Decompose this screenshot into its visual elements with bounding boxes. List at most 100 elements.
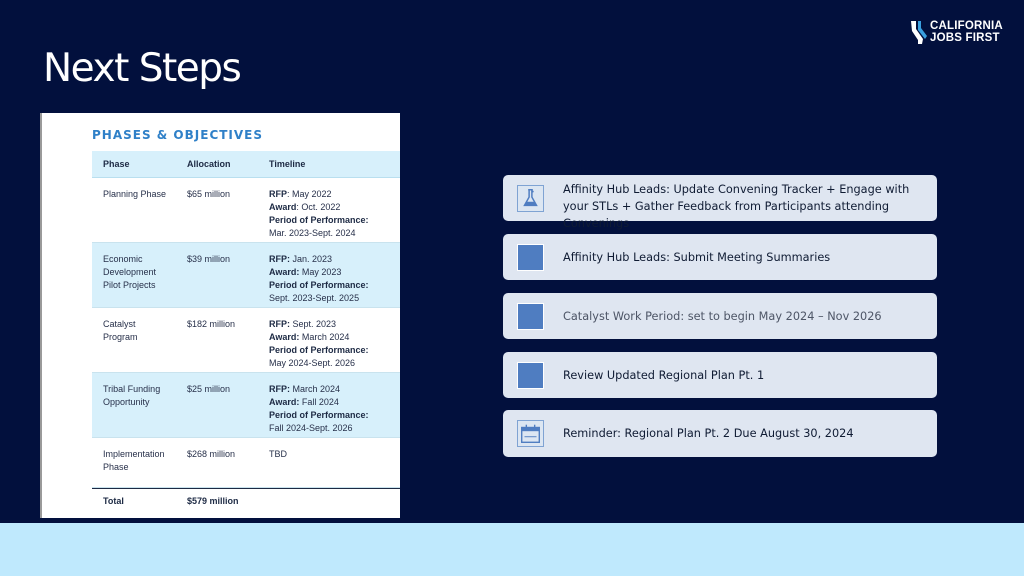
timeline-line: Mar. 2023-Sept. 2024 bbox=[269, 227, 400, 240]
timeline-line: Award: Fall 2024 bbox=[269, 396, 400, 409]
timeline-value: May 2024-Sept. 2026 bbox=[269, 358, 356, 368]
next-step-text: Reminder: Regional Plan Pt. 2 Due August… bbox=[563, 427, 854, 440]
phase-line: Tribal Funding bbox=[103, 384, 161, 394]
flask-icon bbox=[517, 185, 544, 212]
timeline-value: Sept. 2023-Sept. 2025 bbox=[269, 293, 360, 303]
table-row: Economic Development Pilot Projects $39 mil… bbox=[92, 243, 400, 308]
phase-line: Economic bbox=[103, 254, 143, 264]
california-jobs-first-logo: CALIFORNIA JOBS FIRST bbox=[909, 18, 1009, 48]
phase-line: Phase bbox=[103, 462, 129, 472]
column-header-allocation: Allocation bbox=[187, 158, 231, 169]
timeline-line: RFP: Sept. 2023 bbox=[269, 318, 400, 331]
next-step-item: Review Updated Regional Plan Pt. 1 bbox=[503, 352, 937, 398]
timeline-cell: RFP: May 2022 Award: Oct. 2022 Period of P… bbox=[269, 188, 400, 242]
timeline-label: Period of Performance: bbox=[269, 280, 369, 290]
timeline-value: Fall 2024-Sept. 2026 bbox=[269, 423, 353, 433]
next-step-text: Affinity Hub Leads: Update Convening Tra… bbox=[563, 183, 910, 230]
phase-line: Program bbox=[103, 332, 138, 342]
timeline-cell: RFP: Sept. 2023 Award: March 2024 Period o… bbox=[269, 318, 400, 372]
timeline-line: RFP: May 2022 bbox=[269, 188, 400, 201]
timeline-line: Award: Oct. 2022 bbox=[269, 201, 400, 214]
next-step-text: Affinity Hub Leads: Submit Meeting Summa… bbox=[563, 251, 831, 264]
logo-line-2: JOBS FIRST bbox=[930, 32, 1000, 44]
timeline-cell: RFP: March 2024 Award: Fall 2024 Period of… bbox=[269, 383, 400, 437]
phases-table-grid: Phase Allocation Timeline Planning Phase… bbox=[92, 151, 400, 513]
timeline-line: Period of Performance: bbox=[269, 409, 400, 422]
timeline-value: May 2023 bbox=[301, 267, 342, 277]
timeline-label: RFP: bbox=[269, 384, 290, 394]
timeline-value: Oct. 2022 bbox=[301, 202, 341, 212]
timeline-line: TBD bbox=[269, 448, 400, 461]
phase-line: Implementation bbox=[103, 449, 165, 459]
next-step-text: Catalyst Work Period: set to begin May 2… bbox=[563, 310, 882, 323]
phase-cell: Catalyst Program bbox=[92, 318, 187, 372]
timeline-cell: RFP: Jan. 2023 Award: May 2023 Period of P… bbox=[269, 253, 400, 307]
timeline-value: March 2024 bbox=[301, 332, 350, 342]
phases-objectives-table: PHASES & OBJECTIVES Phase Allocation Tim… bbox=[40, 113, 400, 518]
timeline-label: Award: bbox=[269, 267, 300, 277]
phase-line: Opportunity bbox=[103, 397, 150, 407]
table-row: Tribal Funding Opportunity $25 million RFP:… bbox=[92, 373, 400, 438]
california-state-icon bbox=[911, 21, 927, 44]
timeline-label: Period of Performance: bbox=[269, 410, 369, 420]
table-row: Implementation Phase $268 million TBD bbox=[92, 438, 400, 488]
next-step-text: Review Updated Regional Plan Pt. 1 bbox=[563, 369, 765, 382]
next-step-item: Affinity Hub Leads: Submit Meeting Summa… bbox=[503, 234, 937, 280]
phase-line: Development bbox=[103, 267, 157, 277]
column-header-phase: Phase bbox=[103, 158, 130, 169]
timeline-line: Award: May 2023 bbox=[269, 266, 400, 279]
timeline-label: Period of Performance: bbox=[269, 215, 369, 225]
column-header-timeline: Timeline bbox=[269, 158, 306, 169]
next-step-item: Affinity Hub Leads: Update Convening Tra… bbox=[503, 175, 937, 230]
phase-line: Pilot Projects bbox=[103, 280, 156, 290]
phase-cell: Tribal Funding Opportunity bbox=[92, 383, 187, 437]
table-row: Planning Phase $65 million RFP: May 2022 Aw… bbox=[92, 178, 400, 243]
allocation-cell: $268 million bbox=[187, 449, 236, 459]
timeline-line: RFP: Jan. 2023 bbox=[269, 253, 400, 266]
phase-cell: Economic Development Pilot Projects bbox=[92, 253, 187, 307]
square-icon bbox=[517, 244, 544, 271]
table-heading: PHASES & OBJECTIVES bbox=[92, 128, 264, 142]
timeline-line: Fall 2024-Sept. 2026 bbox=[269, 422, 400, 435]
phase-line: Catalyst bbox=[103, 319, 136, 329]
phase-cell: Planning Phase bbox=[92, 188, 187, 242]
allocation-cell: $65 million bbox=[187, 189, 231, 199]
allocation-cell: $182 million bbox=[187, 319, 236, 329]
timeline-line: May 2024-Sept. 2026 bbox=[269, 357, 400, 370]
table-header-row: Phase Allocation Timeline bbox=[92, 151, 400, 178]
footer-band bbox=[0, 523, 1024, 576]
table-row: Catalyst Program $182 million RFP: Sept. 20… bbox=[92, 308, 400, 373]
timeline-line: Period of Performance: bbox=[269, 279, 400, 292]
timeline-value: May 2022 bbox=[292, 189, 332, 199]
calendar-icon bbox=[517, 420, 544, 447]
timeline-label: Award: bbox=[269, 332, 300, 342]
next-step-item: Catalyst Work Period: set to begin May 2… bbox=[503, 293, 937, 339]
timeline-line: RFP: March 2024 bbox=[269, 383, 400, 396]
timeline-value: March 2024 bbox=[292, 384, 341, 394]
timeline-line: Period of Performance: bbox=[269, 344, 400, 357]
timeline-label: Period of Performance: bbox=[269, 345, 369, 355]
total-value: $579 million bbox=[187, 495, 239, 506]
timeline-value: Sept. 2023 bbox=[292, 319, 337, 329]
timeline-value: TBD bbox=[269, 449, 287, 459]
allocation-cell: $25 million bbox=[187, 384, 231, 394]
total-label: Total bbox=[103, 495, 124, 506]
timeline-line: Award: March 2024 bbox=[269, 331, 400, 344]
square-icon bbox=[517, 362, 544, 389]
logo-wordmark: CALIFORNIA JOBS FIRST bbox=[930, 20, 1003, 44]
table-body: Planning Phase $65 million RFP: May 2022 Aw… bbox=[92, 178, 400, 488]
timeline-label: RFP: bbox=[269, 319, 290, 329]
timeline-value: Mar. 2023-Sept. 2024 bbox=[269, 228, 356, 238]
next-step-item: Reminder: Regional Plan Pt. 2 Due August… bbox=[503, 410, 937, 457]
timeline-value: Jan. 2023 bbox=[292, 254, 333, 264]
table-total-row: Total $579 million bbox=[92, 488, 400, 513]
timeline-line: Sept. 2023-Sept. 2025 bbox=[269, 292, 400, 305]
timeline-cell: TBD bbox=[269, 448, 400, 487]
logo-line-1: CALIFORNIA bbox=[930, 20, 1003, 32]
timeline-line: Period of Performance: bbox=[269, 214, 400, 227]
timeline-label: RFP: bbox=[269, 254, 290, 264]
square-icon bbox=[517, 303, 544, 330]
timeline-label: Award: bbox=[269, 397, 300, 407]
phase-line: Planning Phase bbox=[103, 189, 167, 199]
timeline-label: Award bbox=[269, 202, 297, 212]
